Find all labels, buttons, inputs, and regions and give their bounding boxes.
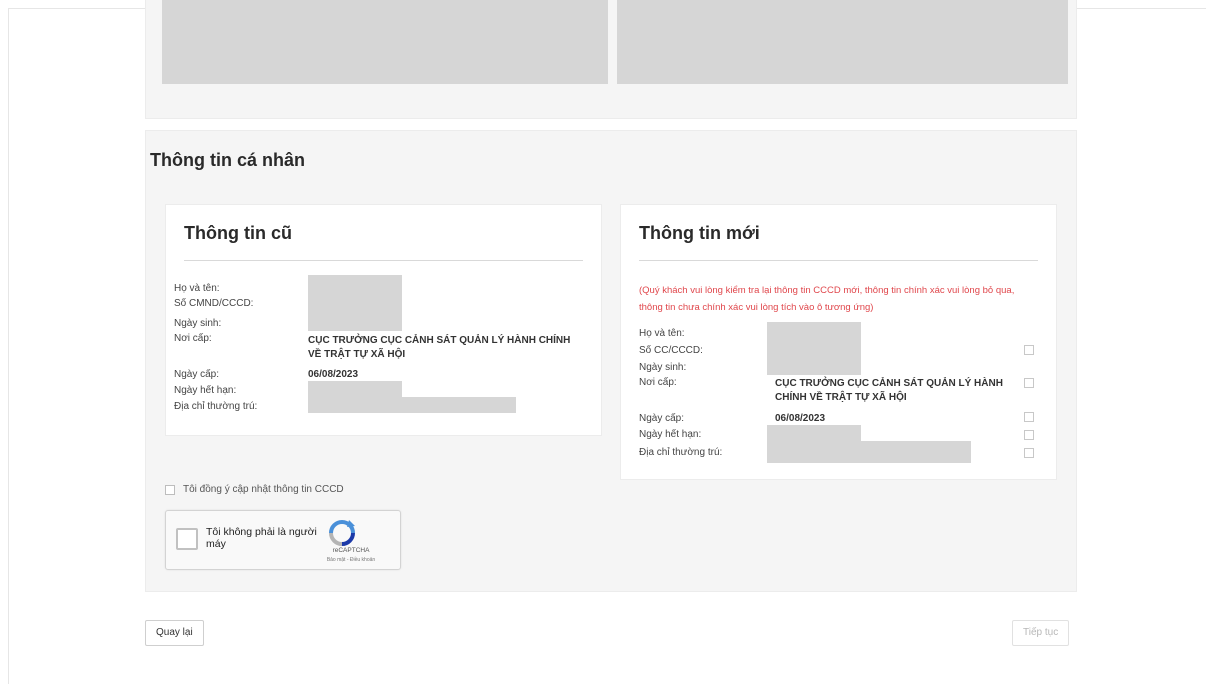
recaptcha-widget: Tôi không phải là người máy reCAPTCHA Bả… — [165, 510, 401, 570]
redacted-address — [308, 397, 516, 413]
redacted-address — [767, 441, 971, 463]
consent-label[interactable]: Tôi đồng ý cập nhật thông tin CCCD — [183, 484, 344, 495]
id-card-front-image — [162, 0, 608, 84]
continue-button[interactable]: Tiếp tục — [1012, 620, 1070, 646]
consent-checkbox[interactable] — [165, 484, 175, 495]
value-issue-date: 06/08/2023 — [775, 413, 826, 424]
label-issue-date: Ngày cấp: — [174, 369, 220, 380]
redacted-name-id-dob — [308, 275, 402, 331]
label-address: Địa chỉ thường trú: — [174, 401, 258, 412]
label-id-number: Số CMND/CCCD: — [174, 298, 254, 309]
flag-expiry-date-checkbox[interactable] — [1024, 430, 1034, 440]
redacted-name-id-dob — [767, 322, 861, 375]
old-info-card: Thông tin cũ Họ và tên: Số CMND/CCCD: Ng… — [165, 204, 602, 436]
label-issued-by: Nơi cấp: — [174, 333, 212, 344]
redacted-expiry — [767, 425, 861, 441]
label-address: Địa chỉ thường trú: — [639, 447, 723, 458]
label-issued-by: Nơi cấp: — [639, 377, 677, 388]
label-dob: Ngày sinh: — [639, 362, 687, 373]
label-dob: Ngày sinh: — [174, 318, 222, 329]
document-images-panel — [145, 0, 1077, 119]
label-expiry-date: Ngày hết hạn: — [174, 385, 237, 396]
label-id-number: Số CC/CCCD: — [639, 345, 703, 356]
flag-issued-by-checkbox[interactable] — [1024, 378, 1034, 388]
old-info-title: Thông tin cũ — [184, 223, 292, 243]
recaptcha-brand: reCAPTCHA — [332, 547, 370, 554]
divider — [639, 260, 1038, 261]
recaptcha-text: Tôi không phải là người máy — [206, 526, 317, 550]
label-expiry-date: Ngày hết hạn: — [639, 429, 702, 440]
label-issue-date: Ngày cấp: — [639, 413, 685, 424]
section-title: Thông tin cá nhân — [150, 150, 305, 170]
recaptcha-logo-icon — [329, 520, 355, 546]
value-issued-by: CỤC TRƯỞNG CỤC CẢNH SÁT QUẢN LÝ HÀNH CHÍ… — [775, 378, 1003, 403]
recaptcha-terms[interactable]: Bảo mật - Điều khoản — [311, 557, 391, 563]
flag-id-number-checkbox[interactable] — [1024, 345, 1034, 355]
value-issued-by: CỤC TRƯỞNG CỤC CẢNH SÁT QUẢN LÝ HÀNH CHÍ… — [308, 335, 571, 360]
redacted-expiry — [308, 381, 402, 397]
label-full-name: Họ và tên: — [174, 283, 220, 294]
divider — [184, 260, 583, 261]
id-card-back-image — [617, 0, 1068, 84]
label-full-name: Họ và tên: — [639, 328, 685, 339]
recaptcha-checkbox[interactable] — [176, 528, 198, 550]
new-info-card: Thông tin mới (Quý khách vui lòng kiểm t… — [620, 204, 1057, 480]
consent-row[interactable]: Tôi đồng ý cập nhật thông tin CCCD — [165, 484, 344, 495]
verification-notice: (Quý khách vui lòng kiểm tra lại thông t… — [639, 285, 1015, 313]
value-issue-date: 06/08/2023 — [308, 369, 359, 380]
flag-address-checkbox[interactable] — [1024, 448, 1034, 458]
back-button[interactable]: Quay lại — [145, 620, 204, 646]
new-info-title: Thông tin mới — [639, 223, 760, 243]
flag-issue-date-checkbox[interactable] — [1024, 412, 1034, 422]
